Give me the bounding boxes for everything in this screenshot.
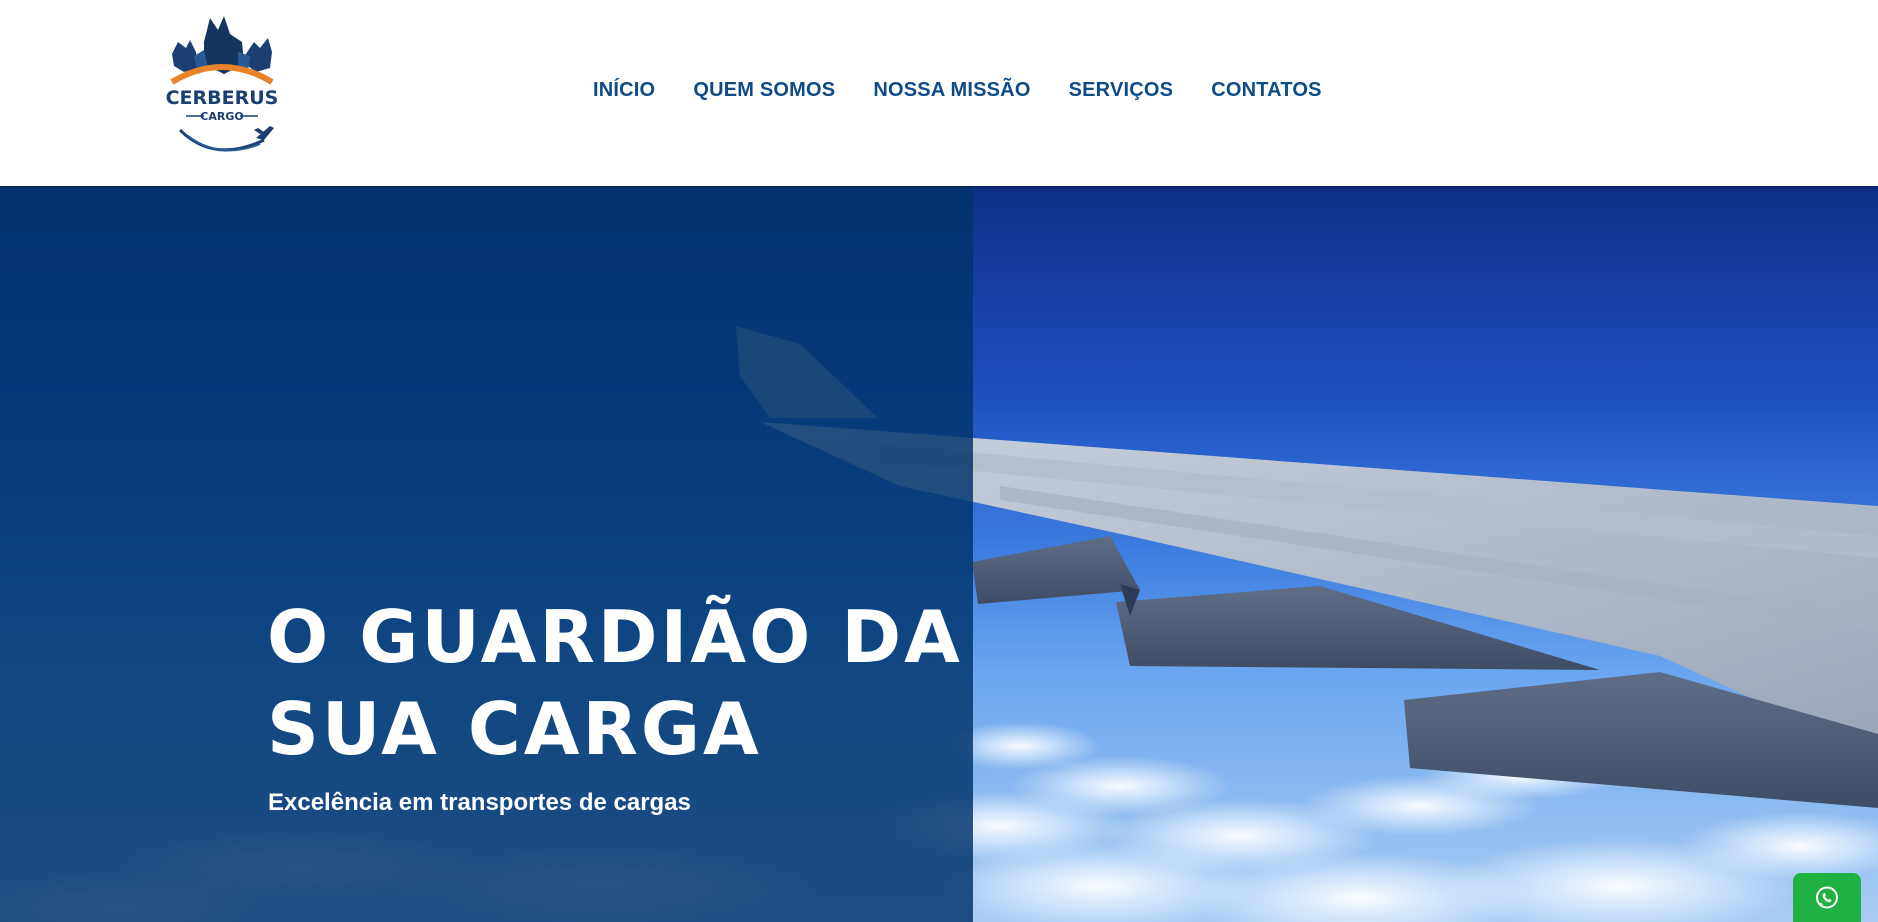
cerberus-cargo-logo[interactable]: CERBERUS CARGO xyxy=(164,12,280,168)
whatsapp-button[interactable] xyxy=(1793,873,1861,922)
whatsapp-icon xyxy=(1816,886,1838,909)
hero-subtitle: Excelência em transportes de cargas xyxy=(268,789,691,816)
nav-link-inicio[interactable]: INÍCIO xyxy=(593,79,655,102)
logo-brand-text: CERBERUS xyxy=(166,87,279,109)
nav-link-nossa-missao[interactable]: NOSSA MISSÃO xyxy=(873,79,1030,102)
logo-sub-text: CARGO xyxy=(200,110,243,123)
main-nav: INÍCIO QUEM SOMOS NOSSA MISSÃO SERVIÇOS … xyxy=(593,79,1322,102)
nav-link-quem-somos[interactable]: QUEM SOMOS xyxy=(693,79,835,102)
nav-link-contatos[interactable]: CONTATOS xyxy=(1211,79,1322,102)
hero-title: O GUARDIÃO DA SUA CARGA xyxy=(267,591,967,775)
hero-title-line-2: SUA CARGA xyxy=(267,687,762,771)
cerberus-logo-icon: CERBERUS CARGO xyxy=(166,16,279,152)
site-header: CERBERUS CARGO INÍCIO QUEM SOMOS NOSSA M… xyxy=(0,0,1878,186)
hero-section: O GUARDIÃO DA SUA CARGA Excelência em tr… xyxy=(0,186,1878,922)
hero-title-line-1: O GUARDIÃO DA xyxy=(267,595,963,679)
nav-link-servicos[interactable]: SERVIÇOS xyxy=(1069,79,1174,102)
